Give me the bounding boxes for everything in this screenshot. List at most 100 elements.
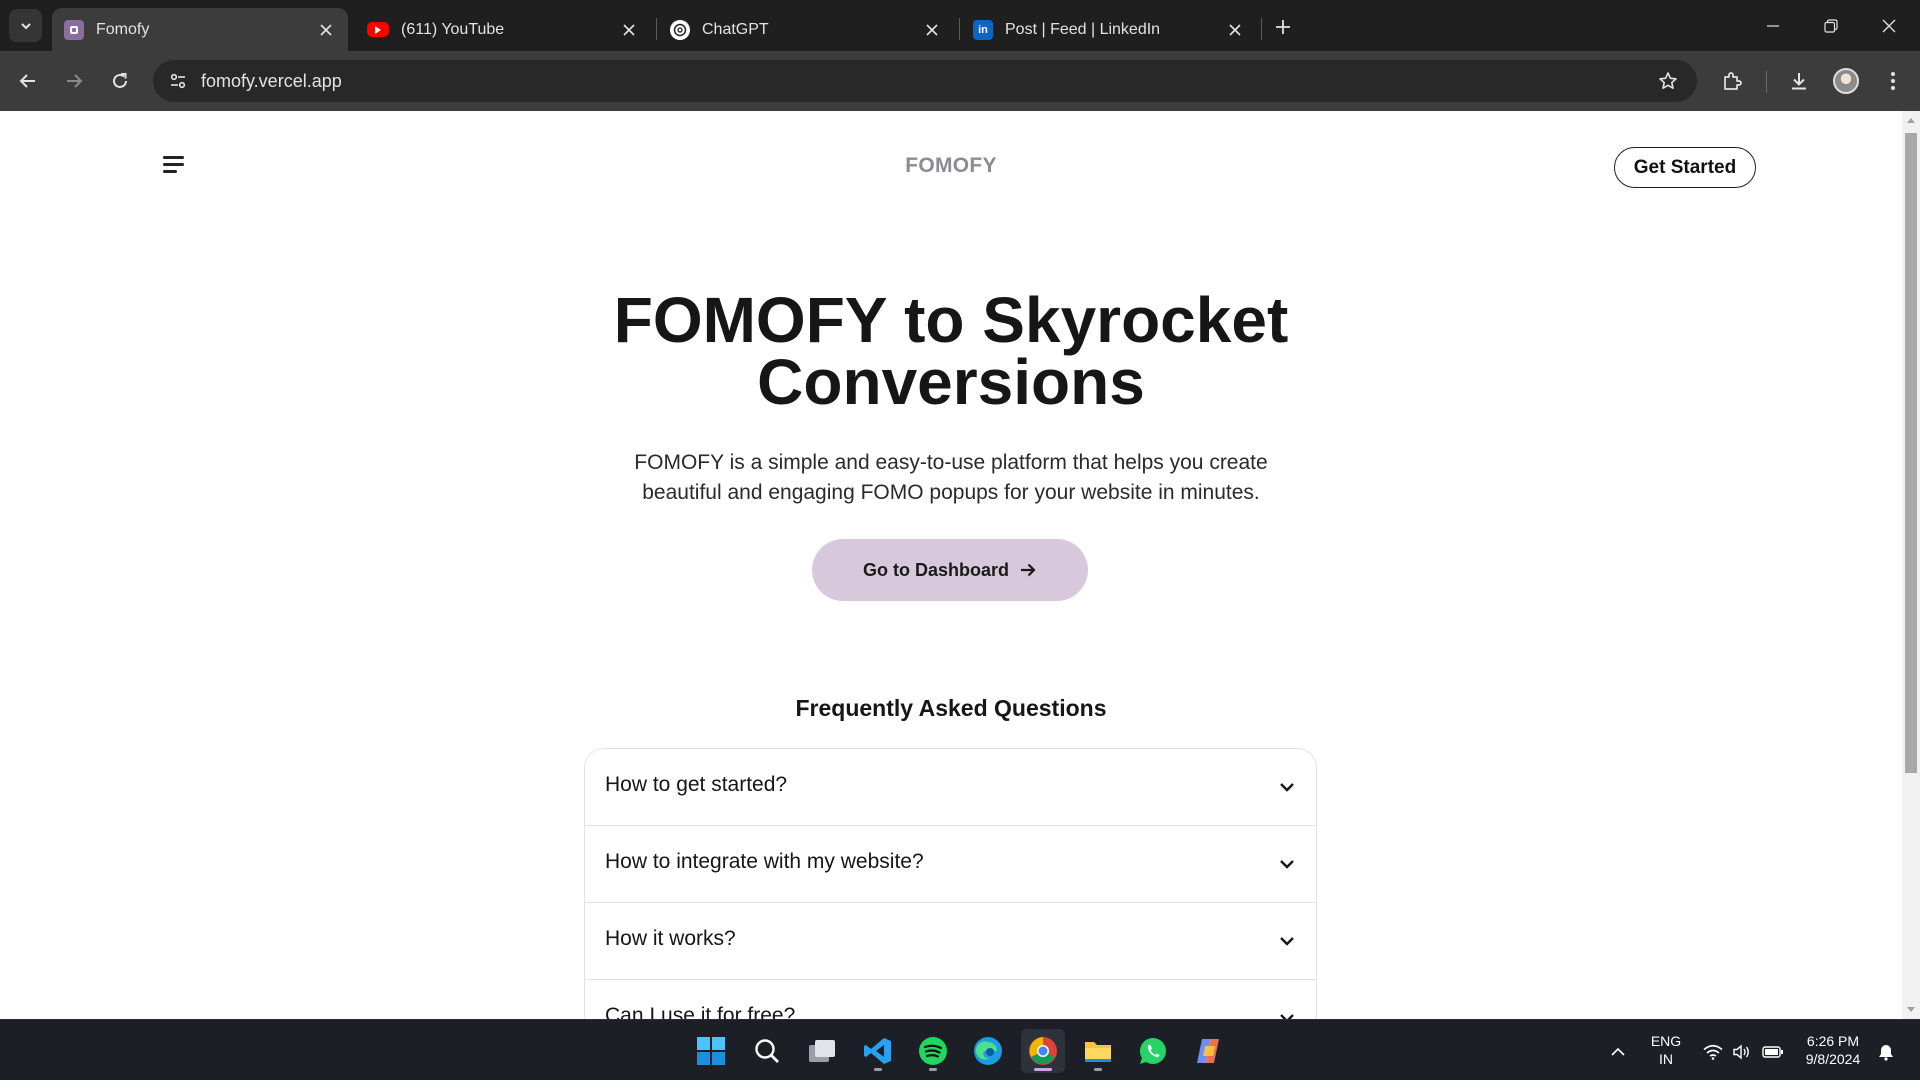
plus-icon	[1276, 20, 1290, 34]
tab-fomofy[interactable]: Fomofy	[52, 8, 348, 51]
chevron-down-icon	[20, 22, 31, 29]
clock[interactable]: 6:26 PM 9/8/2024	[1796, 1032, 1870, 1068]
vscode-icon	[864, 1038, 891, 1064]
tab-separator	[1261, 18, 1262, 40]
url-text[interactable]: fomofy.vercel.app	[201, 71, 342, 92]
hero-title: FOMOFY to Skyrocket Conversions	[0, 288, 1902, 414]
browser-tabbar: Fomofy (611) YouTube ChatGPT in Post | F…	[0, 0, 1920, 51]
clock-date: 9/8/2024	[1805, 1051, 1861, 1067]
get-started-button[interactable]: Get Started	[1614, 147, 1756, 188]
faq-item[interactable]: How to integrate with my website?	[585, 826, 1316, 903]
tab-linkedin[interactable]: in Post | Feed | LinkedIn	[961, 8, 1257, 51]
faq-question: Can I use it for free?	[605, 1004, 796, 1019]
page-content: FOMOFY Get Started FOMOFY to Skyrocket C…	[0, 111, 1902, 1019]
edge-icon	[974, 1037, 1002, 1065]
language-indicator[interactable]: ENG IN	[1643, 1032, 1689, 1068]
start-button[interactable]	[689, 1029, 733, 1073]
new-tab-button[interactable]	[1267, 11, 1299, 43]
close-tab-button[interactable]	[312, 16, 340, 44]
tab-separator	[959, 18, 960, 40]
extensions-button[interactable]	[1714, 63, 1750, 99]
taskbar-vscode[interactable]	[856, 1029, 900, 1073]
taskbar-copilot[interactable]	[1186, 1029, 1230, 1073]
faq-accordion: How to get started? How to integrate wit…	[584, 748, 1317, 1019]
star-icon	[1659, 72, 1677, 89]
menu-button[interactable]	[1875, 63, 1911, 99]
chrome-icon	[1029, 1037, 1057, 1065]
taskbar-chrome[interactable]	[1021, 1029, 1065, 1073]
close-tab-button[interactable]	[918, 16, 946, 44]
download-icon	[1792, 73, 1806, 90]
page-scrollbar[interactable]	[1902, 111, 1920, 1019]
restore-icon	[1824, 18, 1838, 33]
scrollbar-thumb[interactable]	[1905, 133, 1917, 773]
volume-icon[interactable]	[1731, 1042, 1753, 1062]
running-indicator	[874, 1068, 882, 1071]
faq-item[interactable]: How to get started?	[585, 749, 1316, 826]
bookmark-button[interactable]	[1653, 66, 1683, 96]
start-icon	[697, 1037, 725, 1065]
faq-question: How to integrate with my website?	[605, 850, 924, 873]
battery-icon[interactable]	[1762, 1042, 1784, 1062]
running-indicator	[1034, 1068, 1052, 1071]
toolbar-divider	[1766, 71, 1767, 93]
close-icon	[320, 23, 332, 36]
back-button[interactable]	[10, 63, 46, 99]
copilot-icon	[1197, 1039, 1219, 1063]
youtube-icon	[367, 22, 389, 37]
scroll-up-arrow-icon[interactable]	[1906, 115, 1916, 125]
taskbar-whatsapp[interactable]	[1131, 1029, 1175, 1073]
minimize-button[interactable]	[1744, 0, 1802, 51]
show-hidden-icons-button[interactable]	[1607, 1042, 1629, 1062]
language-code: ENG	[1650, 1033, 1682, 1049]
reload-button[interactable]	[102, 63, 138, 99]
address-bar[interactable]: fomofy.vercel.app	[153, 60, 1697, 102]
hero-title-line2: Conversions	[757, 346, 1145, 418]
close-tab-button[interactable]	[1221, 16, 1249, 44]
faq-heading: Frequently Asked Questions	[795, 695, 1107, 721]
close-icon	[623, 23, 635, 36]
close-tab-button[interactable]	[615, 16, 643, 44]
chevron-down-icon	[1280, 1014, 1294, 1019]
close-window-button[interactable]	[1860, 0, 1918, 51]
tab-title: Post | Feed | LinkedIn	[1005, 20, 1161, 38]
downloads-button[interactable]	[1781, 63, 1817, 99]
tab-title: (611) YouTube	[401, 20, 505, 38]
minimize-icon	[1767, 24, 1779, 27]
forward-button[interactable]	[56, 63, 92, 99]
search-icon	[755, 1039, 779, 1063]
profile-avatar[interactable]	[1833, 68, 1859, 94]
tab-title: Fomofy	[96, 20, 150, 38]
taskbar-spotify[interactable]	[911, 1029, 955, 1073]
close-icon	[1229, 23, 1241, 36]
faq-item[interactable]: Can I use it for free?	[585, 980, 1316, 1019]
forward-arrow-icon	[67, 74, 83, 88]
close-icon	[926, 23, 938, 36]
scroll-down-arrow-icon[interactable]	[1906, 1005, 1916, 1015]
taskbar-edge[interactable]	[966, 1029, 1010, 1073]
taskbar-search-button[interactable]	[745, 1029, 789, 1073]
running-indicator	[929, 1068, 937, 1071]
kebab-menu-icon	[1891, 72, 1895, 90]
notifications-bell-icon[interactable]	[1875, 1042, 1897, 1062]
running-indicator	[1094, 1068, 1102, 1071]
go-to-dashboard-button[interactable]: Go to Dashboard	[812, 539, 1088, 601]
tab-youtube[interactable]: (611) YouTube	[355, 8, 651, 51]
chevron-down-icon	[1280, 860, 1294, 869]
back-arrow-icon	[19, 74, 35, 88]
restore-button[interactable]	[1802, 0, 1860, 51]
faq-question: How it works?	[605, 927, 736, 950]
faq-item[interactable]: How it works?	[585, 903, 1316, 980]
spotify-icon	[919, 1037, 947, 1065]
task-view-button[interactable]	[800, 1029, 844, 1073]
linkedin-icon: in	[973, 19, 993, 40]
clock-time: 6:26 PM	[1806, 1033, 1860, 1049]
close-icon	[1882, 19, 1896, 32]
chatgpt-icon	[670, 19, 690, 40]
tab-chatgpt[interactable]: ChatGPT	[658, 8, 954, 51]
tab-search-button[interactable]	[9, 9, 42, 42]
windows-taskbar: ENG IN 6:26 PM 9/8/2024	[0, 1019, 1920, 1080]
taskbar-file-explorer[interactable]	[1076, 1029, 1120, 1073]
wifi-icon[interactable]	[1702, 1042, 1724, 1062]
site-info-button[interactable]	[163, 66, 193, 96]
